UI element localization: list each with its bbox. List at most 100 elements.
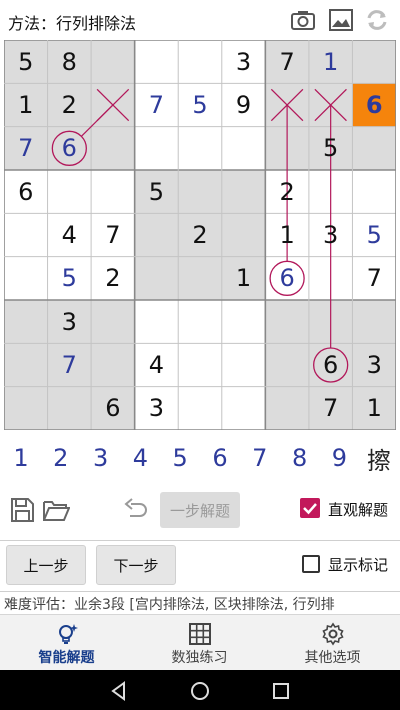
- cell-digit[interactable]: 2: [265, 170, 309, 213]
- cell-background: [221, 343, 266, 387]
- cell-digit[interactable]: 5: [4, 40, 48, 83]
- number-key[interactable]: 6: [200, 438, 240, 478]
- number-key[interactable]: 8: [280, 438, 320, 478]
- cell-background: [134, 40, 179, 84]
- cell-background: [265, 300, 309, 344]
- cell-digit[interactable]: 6: [265, 257, 309, 300]
- erase-button[interactable]: 擦: [359, 438, 399, 478]
- cell-background: [265, 343, 309, 387]
- cell-background: [178, 386, 222, 430]
- save-icon[interactable]: [8, 496, 36, 524]
- cell-digit[interactable]: 1: [4, 83, 48, 126]
- cell-digit[interactable]: 7: [4, 127, 48, 170]
- system-nav-bar: [0, 670, 400, 710]
- cell-digit[interactable]: 4: [48, 213, 92, 256]
- tab-label: 智能解题: [38, 650, 95, 666]
- tab-smart-solve[interactable]: 智能解题: [0, 615, 133, 671]
- cell-background: [178, 40, 222, 84]
- cell-digit[interactable]: 8: [48, 40, 92, 83]
- cell-digit[interactable]: 3: [309, 213, 353, 256]
- intuitive-solve-checkbox[interactable]: [300, 498, 320, 518]
- recents-icon[interactable]: [270, 680, 292, 702]
- cell-digit[interactable]: 6: [91, 387, 135, 430]
- cell-background: [134, 126, 179, 170]
- cell-background: [178, 343, 222, 387]
- cell-background: [221, 300, 266, 344]
- next-step-button[interactable]: 下一步: [96, 545, 176, 585]
- cell-background: [4, 300, 48, 344]
- tab-label: 数独练习: [171, 650, 228, 666]
- cell-background: [352, 126, 396, 170]
- cell-background: [91, 40, 135, 84]
- cell-digit[interactable]: 6: [4, 170, 48, 213]
- number-pad: 123456789 擦: [0, 438, 400, 478]
- number-key[interactable]: 7: [240, 438, 280, 478]
- cell-digit[interactable]: 3: [135, 387, 179, 430]
- folder-open-icon[interactable]: [42, 496, 70, 524]
- cell-digit[interactable]: 5: [352, 213, 396, 256]
- cell-digit[interactable]: 3: [222, 40, 266, 83]
- image-icon[interactable]: [328, 8, 354, 32]
- cell-digit[interactable]: 7: [48, 343, 92, 386]
- cell-background: [178, 170, 222, 214]
- number-key[interactable]: 4: [120, 438, 160, 478]
- checkmark-icon: [303, 503, 317, 515]
- refresh-icon[interactable]: [364, 8, 390, 32]
- number-key[interactable]: 1: [1, 438, 41, 478]
- prev-step-button[interactable]: 上一步: [6, 545, 86, 585]
- cell-digit[interactable]: 6: [352, 83, 396, 126]
- cell-digit[interactable]: 2: [178, 213, 222, 256]
- cell-background: [352, 170, 396, 214]
- undo-icon[interactable]: [122, 496, 150, 524]
- home-icon[interactable]: [189, 680, 211, 702]
- cell-background: [91, 343, 135, 387]
- cell-background: [4, 213, 48, 257]
- cell-digit[interactable]: 1: [222, 257, 266, 300]
- cell-digit[interactable]: 5: [135, 170, 179, 213]
- cell-digit[interactable]: 6: [48, 127, 92, 170]
- tab-other-options[interactable]: 其他选项: [266, 615, 399, 671]
- cell-background: [221, 126, 266, 170]
- cell-digit[interactable]: 1: [265, 213, 309, 256]
- cell-background: [221, 386, 266, 430]
- sudoku-board[interactable]: 5837112759676565247213552167374636371: [4, 40, 396, 430]
- cell-digit[interactable]: 9: [222, 83, 266, 126]
- cell-digit[interactable]: 7: [352, 257, 396, 300]
- cell-digit[interactable]: 7: [309, 387, 353, 430]
- cell-digit[interactable]: 3: [352, 343, 396, 386]
- back-icon[interactable]: [108, 680, 130, 702]
- number-key[interactable]: 9: [319, 438, 359, 478]
- cell-background: [265, 386, 309, 430]
- cell-digit[interactable]: 7: [265, 40, 309, 83]
- cell-background: [221, 213, 266, 257]
- tab-sudoku-practice[interactable]: 数独练习: [133, 615, 266, 671]
- cell-digit[interactable]: 5: [48, 257, 92, 300]
- cell-background: [221, 170, 266, 214]
- app-window: 方法：行列排除法 5837112759676565247213552167374…: [0, 0, 400, 710]
- cell-digit[interactable]: 2: [91, 257, 135, 300]
- grid-icon: [189, 623, 211, 645]
- cell-digit[interactable]: 5: [178, 83, 222, 126]
- number-key[interactable]: 5: [160, 438, 200, 478]
- cell-digit[interactable]: 4: [135, 343, 179, 386]
- cell-background: [4, 256, 48, 300]
- cell-digit[interactable]: 2: [48, 83, 92, 126]
- intuitive-solve-label: 直观解题: [328, 501, 389, 519]
- camera-icon[interactable]: [290, 8, 316, 32]
- cell-digit[interactable]: 1: [309, 40, 353, 83]
- cell-digit[interactable]: 7: [135, 83, 179, 126]
- cell-background: [178, 256, 222, 300]
- cell-digit[interactable]: 3: [48, 300, 92, 343]
- cell-digit[interactable]: 7: [91, 213, 135, 256]
- number-key[interactable]: 2: [41, 438, 81, 478]
- cell-background: [4, 343, 48, 387]
- show-marks-label: 显示标记: [328, 556, 389, 574]
- cell-background: [178, 126, 222, 170]
- toolbar: 一步解题 直观解题: [0, 488, 400, 532]
- step-solve-button[interactable]: 一步解题: [160, 492, 240, 528]
- number-key[interactable]: 3: [81, 438, 121, 478]
- show-marks-checkbox[interactable]: [302, 555, 320, 573]
- cell-digit[interactable]: 1: [352, 387, 396, 430]
- cell-digit[interactable]: 6: [309, 343, 353, 386]
- cell-digit[interactable]: 5: [309, 127, 353, 170]
